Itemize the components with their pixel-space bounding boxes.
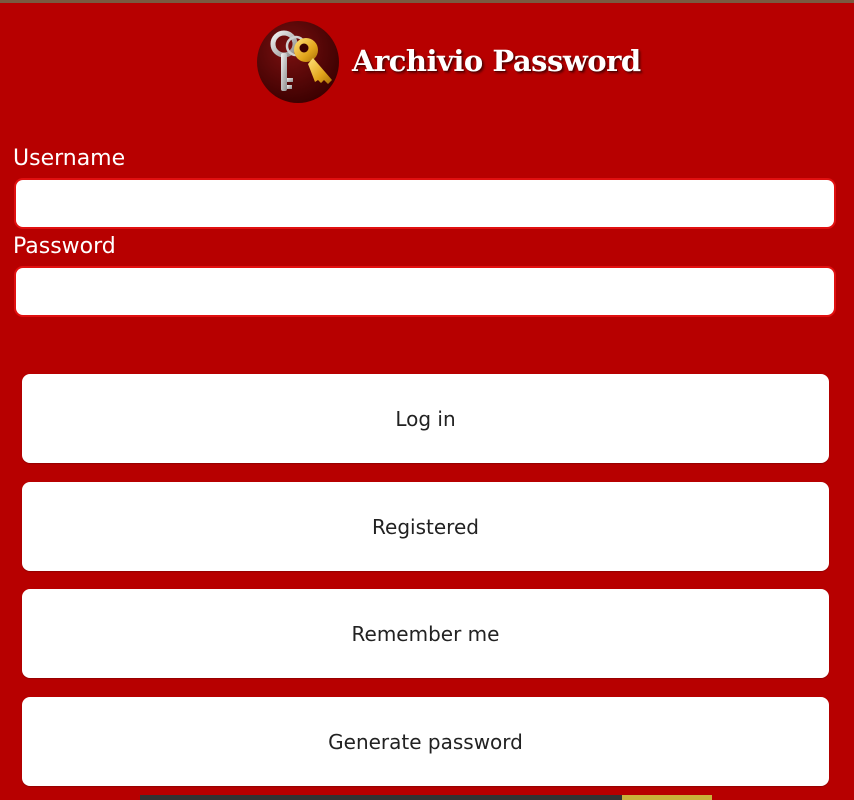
login-button[interactable]: Log in: [22, 374, 829, 463]
username-input[interactable]: [16, 180, 834, 227]
generate-password-button[interactable]: Generate password: [22, 697, 829, 786]
registered-button[interactable]: Registered: [22, 482, 829, 571]
ad-banner-accent: [622, 795, 712, 800]
top-edge: [0, 0, 854, 3]
username-label: Username: [13, 146, 126, 171]
app-title: Archivio Password: [352, 44, 641, 78]
keys-icon: [257, 21, 339, 103]
app-header: Archivio Password: [0, 18, 854, 108]
remember-me-button[interactable]: Remember me: [22, 589, 829, 678]
password-input[interactable]: [16, 268, 834, 315]
password-label: Password: [13, 234, 116, 259]
